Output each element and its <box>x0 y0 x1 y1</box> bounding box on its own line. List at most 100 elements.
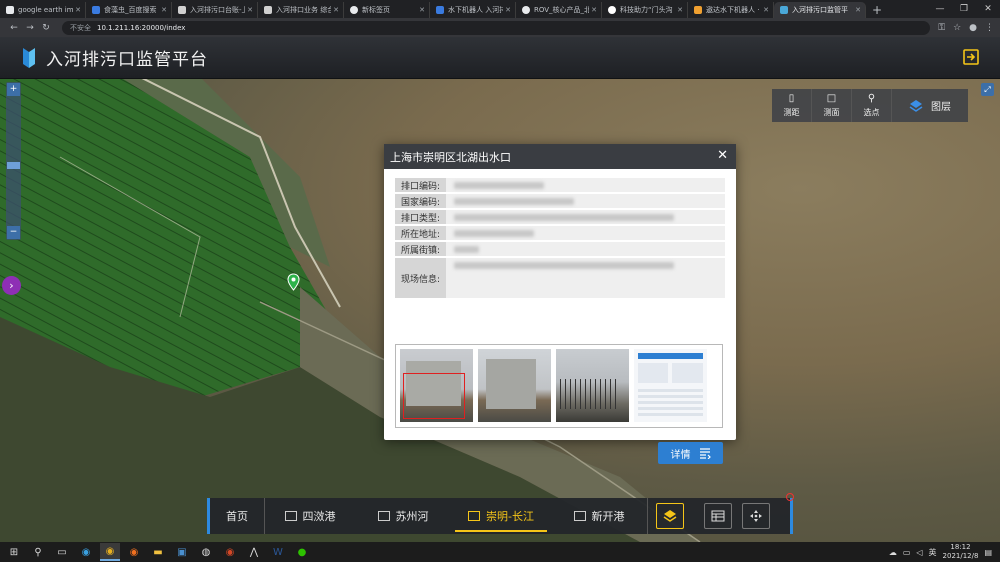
new-tab-button[interactable]: + <box>872 2 882 18</box>
layers-button[interactable]: 图层 <box>892 89 968 122</box>
menu-icon[interactable]: ⋮ <box>985 23 994 33</box>
zoom-in-button[interactable]: + <box>7 83 20 96</box>
system-clock[interactable]: 18:12 2021/12/8 <box>943 543 979 561</box>
close-icon[interactable]: ✕ <box>161 6 167 14</box>
bookmark-star-icon[interactable]: ☆ <box>953 23 961 33</box>
forward-icon[interactable]: → <box>22 23 38 33</box>
field-label: 排口类型: <box>395 210 446 224</box>
detail-button[interactable]: 详情 <box>658 442 723 464</box>
nav-item-suzhouhe[interactable]: 苏州河 <box>355 498 451 534</box>
ime-indicator[interactable]: 英 <box>929 547 937 558</box>
remote-app-icon[interactable]: ◍ <box>196 543 216 561</box>
popup-header: 上海市崇明区北湖出水口 <box>384 144 736 169</box>
field-value-redacted <box>446 242 725 256</box>
close-icon[interactable]: ✕ <box>333 6 339 14</box>
site-photo[interactable] <box>400 349 473 422</box>
notification-icon[interactable]: ▤ <box>984 548 992 557</box>
network-icon[interactable]: ▭ <box>903 548 911 557</box>
side-panel-toggle-button[interactable]: › <box>2 276 21 295</box>
edge-browser-icon[interactable]: ◉ <box>76 543 96 561</box>
table-icon <box>711 510 725 522</box>
chrome-browser-icon[interactable]: ◉ <box>100 543 120 561</box>
tab-favicon-icon <box>350 6 358 14</box>
search-icon[interactable]: ⚲ <box>28 543 48 561</box>
grid-icon <box>573 511 586 521</box>
logout-icon[interactable] <box>962 48 980 66</box>
tab-favicon-icon <box>694 6 702 14</box>
info-row: 国家编码: <box>395 194 725 208</box>
firefox-icon[interactable]: ◉ <box>124 543 144 561</box>
browser-tab[interactable]: 入河排污口台账-上 ✕ <box>172 2 258 18</box>
url-field[interactable]: 不安全 10.1.211.16:20000/index <box>62 20 931 35</box>
info-row: 排口类型: <box>395 210 725 224</box>
measure-area-button[interactable]: □ 测面 <box>812 89 852 122</box>
site-photo[interactable] <box>556 349 629 422</box>
maximize-icon[interactable]: ❐ <box>952 0 976 18</box>
windows-start-icon[interactable]: ⊞ <box>4 543 24 561</box>
powerpoint-icon[interactable]: ◉ <box>220 543 240 561</box>
close-icon[interactable]: ✕ <box>763 6 769 14</box>
site-photo[interactable] <box>478 349 551 422</box>
profile-icon[interactable]: ● <box>969 23 977 33</box>
cloud-icon[interactable]: ☁ <box>889 548 897 557</box>
url-text: 10.1.211.16:20000/index <box>97 23 186 32</box>
fullscreen-icon[interactable]: ⤢ <box>981 83 994 96</box>
photos-app-icon[interactable]: ▣ <box>172 543 192 561</box>
divider <box>647 498 648 534</box>
close-icon[interactable]: ✕ <box>855 6 861 14</box>
close-icon[interactable]: ✕ <box>717 149 728 163</box>
close-icon[interactable]: ✕ <box>75 6 81 14</box>
volume-icon[interactable]: ◁ <box>916 548 922 557</box>
nav-item-xinkaigang[interactable]: 新开港 <box>551 498 647 534</box>
tab-favicon-icon <box>608 6 616 14</box>
word-icon[interactable]: W <box>268 543 288 561</box>
tab-favicon-icon <box>264 6 272 14</box>
nav-item-sixiaogang[interactable]: 四滧港 <box>265 498 355 534</box>
reload-icon[interactable]: ↻ <box>38 23 54 33</box>
close-icon[interactable]: ✕ <box>419 6 425 14</box>
browser-tab[interactable]: 遨达水下机器人 · ✕ <box>688 2 774 18</box>
ruler-icon: ▯ <box>788 93 795 104</box>
field-value-redacted <box>446 178 725 192</box>
close-icon[interactable]: ✕ <box>591 6 597 14</box>
back-icon[interactable]: ← <box>6 23 22 33</box>
browser-tab[interactable]: 新标签页 ✕ <box>344 2 430 18</box>
close-icon[interactable]: ✕ <box>677 6 683 14</box>
popup-title: 上海市崇明区北湖出水口 <box>390 150 511 164</box>
security-indicator[interactable]: 不安全 <box>70 23 91 33</box>
browser-tab[interactable]: 入河排口业务 综合 ✕ <box>258 2 344 18</box>
info-row: 所属街镇: <box>395 242 725 256</box>
site-photo-screenshot[interactable] <box>634 349 707 422</box>
browser-tab-strip: google earth ima ✕ 食藻虫_百度搜索 ✕ 入河排污口台账-上 ✕ 入… <box>0 0 1000 18</box>
layers-icon <box>663 510 677 522</box>
list-detail-icon <box>699 448 711 459</box>
measure-distance-button[interactable]: ▯ 测距 <box>772 89 812 122</box>
move-arrows-icon <box>750 510 762 522</box>
nav-home[interactable]: 首页 <box>210 498 264 534</box>
file-explorer-icon[interactable]: ▬ <box>148 543 168 561</box>
nav-item-chongming-changjiang[interactable]: 崇明-长江 <box>451 498 551 534</box>
pick-point-button[interactable]: ⚲ 选点 <box>852 89 892 122</box>
close-icon[interactable]: ✕ <box>505 6 511 14</box>
browser-tab[interactable]: 水下机器人 入河排 ✕ <box>430 2 516 18</box>
zoom-out-button[interactable]: − <box>7 226 20 239</box>
key-icon[interactable]: ⚿ <box>938 23 945 33</box>
browser-tab-active[interactable]: 入河排污口监管平 ✕ <box>774 2 866 18</box>
close-icon[interactable]: ✕ <box>247 6 253 14</box>
browser-tab[interactable]: google earth ima ✕ <box>0 2 86 18</box>
pan-control-button[interactable] <box>742 503 770 529</box>
site-photo-gallery <box>395 344 723 428</box>
layer-toggle-button[interactable] <box>656 503 684 529</box>
browser-tab[interactable]: ROV_核心产品_北 ✕ <box>516 2 602 18</box>
task-view-icon[interactable]: ▭ <box>52 543 72 561</box>
location-marker-icon[interactable] <box>287 273 300 291</box>
minimize-icon[interactable]: — <box>928 0 952 18</box>
field-value-redacted <box>446 194 725 208</box>
close-window-icon[interactable]: ✕ <box>976 0 1000 18</box>
table-view-button[interactable] <box>704 503 732 529</box>
browser-tab[interactable]: 科技助力“门头沟 ✕ <box>602 2 688 18</box>
wechat-icon[interactable]: ● <box>292 543 312 561</box>
browser-tab[interactable]: 食藻虫_百度搜索 ✕ <box>86 2 172 18</box>
zoom-slider-handle[interactable] <box>7 162 20 169</box>
pdf-reader-icon[interactable]: ⋀ <box>244 543 264 561</box>
